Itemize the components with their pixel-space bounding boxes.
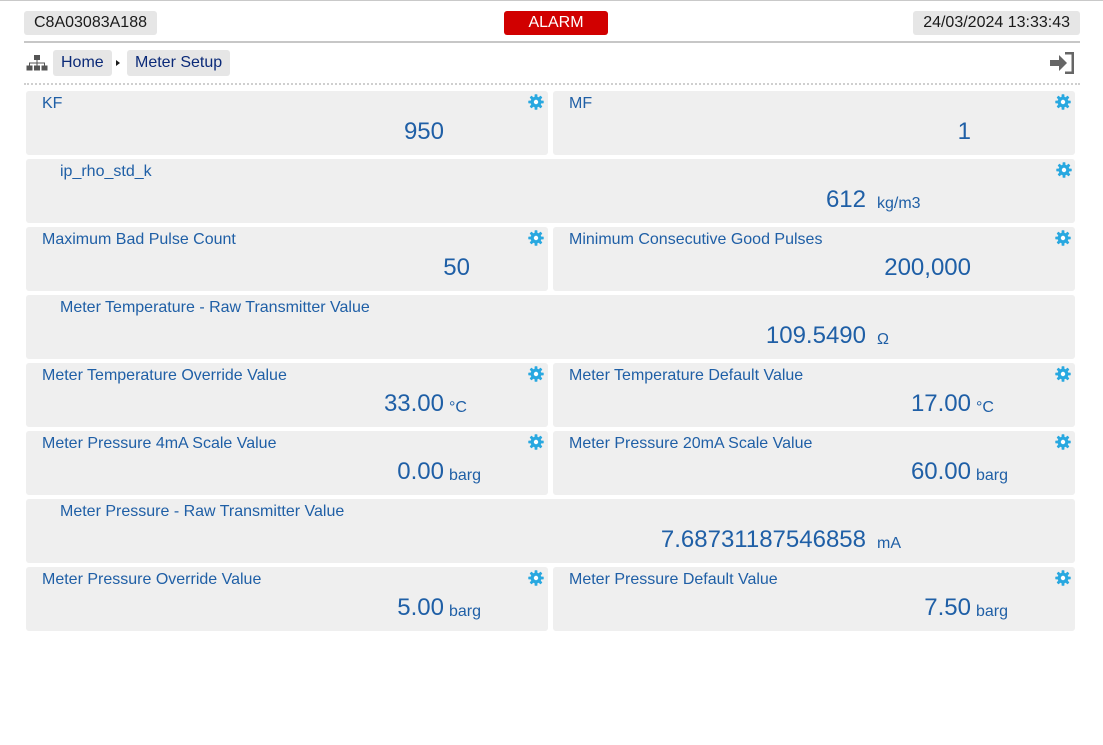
top-border xyxy=(0,0,1103,1)
param-label: MF xyxy=(569,95,593,112)
param-value: 60.00 xyxy=(910,458,971,485)
param-card-min-consecutive-good-pulses[interactable]: Minimum Consecutive Good Pulses 200,000 xyxy=(553,227,1075,291)
gear-icon[interactable] xyxy=(528,230,544,246)
param-label: Meter Pressure 4mA Scale Value xyxy=(42,435,277,452)
header-divider xyxy=(24,41,1080,43)
param-unit: kg/m3 xyxy=(877,195,921,212)
param-card-meter-temperature-default[interactable]: Meter Temperature Default Value 17.00 °C xyxy=(553,363,1075,427)
param-value: 612 xyxy=(825,186,866,213)
param-value: 109.5490 xyxy=(765,322,866,349)
param-value: 1 xyxy=(957,118,971,145)
gear-icon[interactable] xyxy=(528,94,544,110)
param-card-max-bad-pulse-count[interactable]: Maximum Bad Pulse Count 50 xyxy=(26,227,548,291)
param-value: 7.50 xyxy=(924,594,971,621)
breadcrumb-meter-setup[interactable]: Meter Setup xyxy=(127,50,231,76)
param-unit: mA xyxy=(877,535,901,552)
param-value: 5.00 xyxy=(397,594,444,621)
param-card-meter-temperature-override[interactable]: Meter Temperature Override Value 33.00 °… xyxy=(26,363,548,427)
param-card-mf[interactable]: MF 1 xyxy=(553,91,1075,155)
param-card-meter-pressure-override[interactable]: Meter Pressure Override Value 5.00 barg xyxy=(26,567,548,631)
param-label: Meter Temperature Override Value xyxy=(42,367,287,384)
param-card-meter-temperature-raw[interactable]: Meter Temperature - Raw Transmitter Valu… xyxy=(26,295,1075,359)
param-unit: barg xyxy=(449,603,482,620)
meter-setup-screen: C8A03083A188 ALARM 24/03/2024 13:33:43 H… xyxy=(0,0,1103,745)
param-card-meter-pressure-20ma-scale[interactable]: Meter Pressure 20mA Scale Value 60.00 ba… xyxy=(553,431,1075,495)
param-value: 200,000 xyxy=(884,254,971,281)
param-label: Meter Pressure Default Value xyxy=(569,571,778,588)
gear-icon[interactable] xyxy=(1055,366,1071,382)
header-bar: C8A03083A188 ALARM 24/03/2024 13:33:43 xyxy=(24,11,1080,35)
gear-icon[interactable] xyxy=(528,366,544,382)
param-card-kf[interactable]: KF 950 xyxy=(26,91,548,155)
param-label: Meter Pressure Override Value xyxy=(42,571,262,588)
param-unit: barg xyxy=(976,603,1009,620)
param-value: 7.68731187546858 xyxy=(660,526,866,553)
gear-icon[interactable] xyxy=(1055,230,1071,246)
param-value: 950 xyxy=(403,118,444,145)
param-value: 0.00 xyxy=(397,458,444,485)
param-unit: barg xyxy=(449,467,482,484)
param-label: Meter Pressure - Raw Transmitter Value xyxy=(60,503,345,520)
param-label: Minimum Consecutive Good Pulses xyxy=(569,231,823,248)
param-label: Meter Temperature Default Value xyxy=(569,367,804,384)
gear-icon[interactable] xyxy=(1055,94,1071,110)
datetime-display: 24/03/2024 13:33:43 xyxy=(913,11,1080,35)
breadcrumb: Home Meter Setup xyxy=(24,50,1080,76)
param-card-meter-pressure-default[interactable]: Meter Pressure Default Value 7.50 barg xyxy=(553,567,1075,631)
param-card-meter-pressure-raw[interactable]: Meter Pressure - Raw Transmitter Value 7… xyxy=(26,499,1075,563)
device-id: C8A03083A188 xyxy=(24,11,157,35)
breadcrumb-divider xyxy=(24,83,1080,85)
param-card-ip-rho-std-k[interactable]: ip_rho_std_k 612 kg/m3 xyxy=(26,159,1075,223)
gear-icon[interactable] xyxy=(1055,570,1071,586)
param-card-meter-pressure-4ma-scale[interactable]: Meter Pressure 4mA Scale Value 0.00 barg xyxy=(26,431,548,495)
param-unit: °C xyxy=(976,399,994,416)
logout-icon[interactable] xyxy=(1048,50,1076,76)
breadcrumb-separator-icon xyxy=(116,60,120,66)
param-unit: barg xyxy=(976,467,1009,484)
gear-icon[interactable] xyxy=(1055,434,1071,450)
breadcrumb-home[interactable]: Home xyxy=(53,50,112,76)
param-value: 17.00 xyxy=(910,390,971,417)
param-unit: °C xyxy=(449,399,467,416)
gear-icon[interactable] xyxy=(1056,162,1072,178)
param-label: Meter Temperature - Raw Transmitter Valu… xyxy=(60,299,370,316)
sitemap-icon[interactable] xyxy=(26,54,48,72)
alarm-indicator[interactable]: ALARM xyxy=(504,11,608,35)
gear-icon[interactable] xyxy=(528,570,544,586)
param-label: ip_rho_std_k xyxy=(60,163,152,180)
param-value: 50 xyxy=(443,254,470,281)
param-value: 33.00 xyxy=(383,390,444,417)
gear-icon[interactable] xyxy=(528,434,544,450)
param-unit: Ω xyxy=(877,331,889,348)
param-label: Maximum Bad Pulse Count xyxy=(42,231,236,248)
param-label: Meter Pressure 20mA Scale Value xyxy=(569,435,813,452)
param-label: KF xyxy=(42,95,63,112)
